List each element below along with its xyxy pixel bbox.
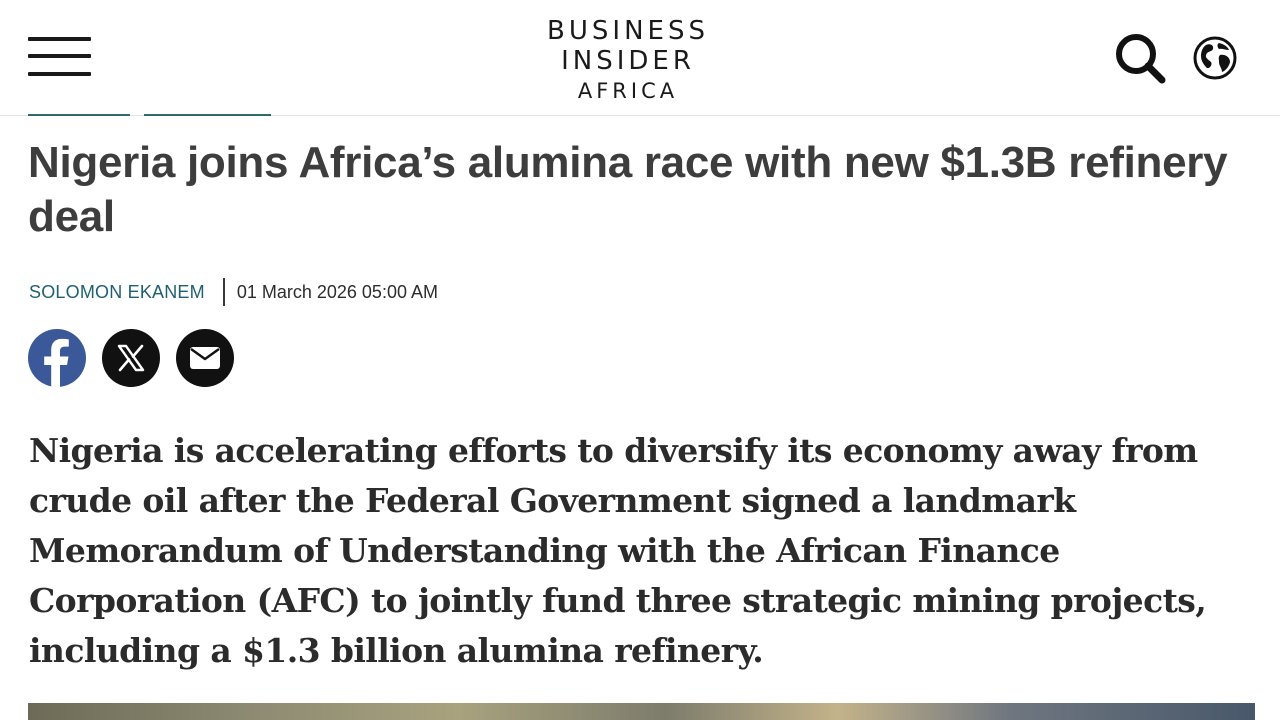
- x-icon: [117, 344, 145, 372]
- globe-icon[interactable]: [1192, 35, 1238, 81]
- logo-text-business: BUSINESS: [547, 16, 709, 46]
- share-buttons: [28, 329, 250, 387]
- email-icon: [190, 347, 220, 369]
- breadcrumb-underlines: [0, 112, 1280, 116]
- facebook-share-button[interactable]: [28, 329, 86, 387]
- site-header: BUSINESS INSIDER AFRICA: [0, 0, 1280, 116]
- meta-divider: [222, 278, 225, 306]
- logo-text-africa: AFRICA: [577, 79, 679, 103]
- hero-image: [28, 703, 1255, 720]
- article-title: Nigeria joins Africa’s alumina race with…: [28, 138, 1228, 241]
- x-share-button[interactable]: [102, 329, 160, 387]
- article-meta: SOLOMON EKANEM 01 March 2026 05:00 AM: [29, 278, 438, 306]
- email-share-button[interactable]: [176, 329, 234, 387]
- author-link[interactable]: SOLOMON EKANEM: [29, 282, 205, 303]
- hamburger-menu-icon[interactable]: [28, 37, 92, 77]
- facebook-icon: [44, 338, 69, 387]
- site-logo[interactable]: BUSINESS INSIDER AFRICA: [540, 16, 716, 104]
- publish-date: 01 March 2026 05:00 AM: [236, 281, 438, 302]
- article-lead: Nigeria is accelerating efforts to diver…: [29, 431, 1207, 670]
- search-icon[interactable]: [1113, 31, 1167, 85]
- logo-text-insider: INSIDER: [561, 46, 695, 76]
